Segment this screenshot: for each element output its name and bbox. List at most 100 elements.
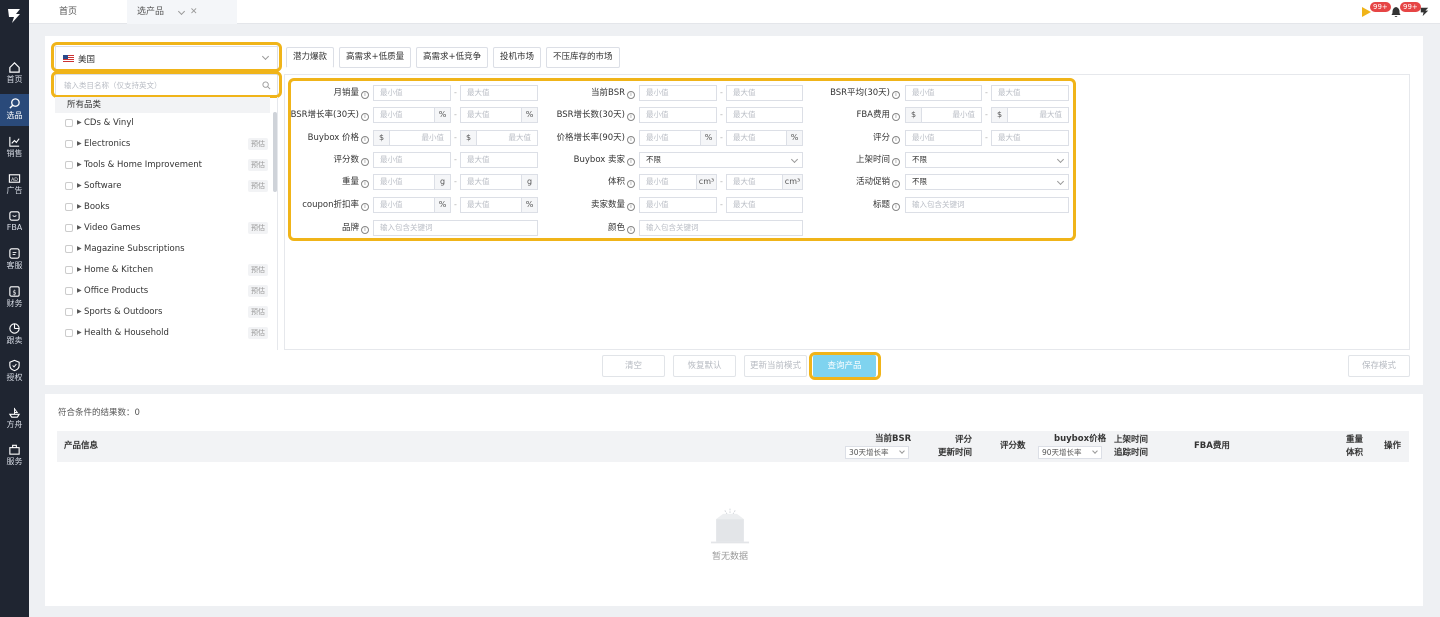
rating-count-max-input[interactable]: 最大值 — [460, 152, 538, 168]
sidebar-item-authorization[interactable]: 授权 — [0, 356, 29, 388]
fba-fee-max-input[interactable]: $ 最大值 — [991, 107, 1069, 123]
caret-right-icon[interactable]: ▶ — [77, 178, 82, 194]
checkbox[interactable] — [65, 329, 73, 337]
promotion-select[interactable]: 不限 — [905, 174, 1069, 190]
col-update-time[interactable]: 更新时间 — [938, 447, 972, 459]
rating-min-input[interactable]: 最小值 — [905, 130, 982, 146]
category-all[interactable]: 所有品类 — [55, 97, 270, 113]
info-icon[interactable]: i — [892, 113, 900, 121]
save-mode-button[interactable]: 保存模式 — [1348, 355, 1410, 377]
checkbox[interactable] — [65, 245, 73, 253]
fba-fee-min-input[interactable]: $ 最小值 — [905, 107, 982, 123]
category-item[interactable]: ▶ Sports & Outdoors 预估 — [55, 304, 270, 320]
sidebar-item-ark[interactable]: 方舟 — [0, 403, 29, 435]
col-rating[interactable]: 评分 — [955, 434, 972, 446]
current-bsr-max-input[interactable]: 最大值 — [726, 85, 803, 101]
info-icon[interactable]: i — [627, 113, 635, 121]
sidebar-item-ads[interactable]: AD 广告 — [0, 169, 29, 201]
checkbox[interactable] — [65, 161, 73, 169]
info-icon[interactable]: i — [892, 180, 900, 188]
category-item[interactable]: ▶ Magazine Subscriptions — [55, 241, 270, 257]
category-item[interactable]: ▶ Books — [55, 199, 270, 215]
volume-max-input[interactable]: 最大值 cm³ — [726, 174, 803, 190]
listing-time-select[interactable]: 不限 — [905, 152, 1069, 168]
sidebar-item-home[interactable]: 首页 — [0, 58, 29, 90]
bsr-average-max-input[interactable]: 最大值 — [991, 85, 1069, 101]
coupon-rate-max-input[interactable]: 最大值% — [460, 197, 538, 213]
buybox-seller-select[interactable]: 不限 — [639, 152, 803, 168]
info-icon[interactable]: i — [361, 136, 369, 144]
info-icon[interactable]: i — [627, 136, 635, 144]
price-sort-select[interactable]: 90天增长率 — [1038, 446, 1102, 459]
category-item[interactable]: ▶ Health & Household 预估 — [55, 325, 270, 341]
info-icon[interactable]: i — [361, 203, 369, 211]
caret-right-icon[interactable]: ▶ — [77, 241, 82, 257]
category-item[interactable]: ▶ Tools & Home Improvement 预估 — [55, 157, 270, 173]
category-item[interactable]: ▶ Electronics 预估 — [55, 136, 270, 152]
bsr-average-min-input[interactable]: 最小值 — [905, 85, 982, 101]
info-icon[interactable]: i — [361, 180, 369, 188]
col-track-time[interactable]: 追踪时间 — [1114, 447, 1148, 459]
info-icon[interactable]: i — [361, 226, 369, 234]
sidebar-item-follow-sell[interactable]: 跟卖 — [0, 319, 29, 351]
category-item[interactable]: ▶ Home & Kitchen 预估 — [55, 262, 270, 278]
clear-button[interactable]: 清空 — [602, 355, 665, 377]
info-icon[interactable]: i — [627, 91, 635, 99]
weight-max-input[interactable]: 最大值 g — [460, 174, 538, 190]
update-mode-button[interactable]: 更新当前模式 — [744, 355, 807, 377]
col-weight[interactable]: 重量 — [1346, 434, 1363, 446]
preset-tab-high-demand-low-competition[interactable]: 高需求+低竞争 — [416, 47, 489, 68]
bsr-growth-rate-min-input[interactable]: 最小值% — [373, 107, 451, 123]
info-icon[interactable]: i — [892, 136, 900, 144]
weight-min-input[interactable]: 最小值 g — [373, 174, 451, 190]
preset-tab-potential-hits[interactable]: 潜力爆款 — [286, 47, 335, 68]
info-icon[interactable]: i — [627, 158, 635, 166]
rating-max-input[interactable]: 最大值 — [991, 130, 1069, 146]
col-buybox-price[interactable]: buybox价格 — [1054, 433, 1106, 445]
price-growth-min-input[interactable]: 最小值% — [639, 130, 717, 146]
reset-default-button[interactable]: 恢复默认 — [673, 355, 736, 377]
volume-min-input[interactable]: 最小值 cm³ — [639, 174, 717, 190]
info-icon[interactable]: i — [892, 91, 900, 99]
sidebar-item-sales[interactable]: 销售 — [0, 132, 29, 164]
caret-right-icon[interactable]: ▶ — [77, 304, 82, 320]
price-growth-max-input[interactable]: 最大值% — [726, 130, 803, 146]
monthly-sales-max-input[interactable]: 最大值 — [460, 85, 538, 101]
tab-home[interactable]: 首页 — [59, 0, 109, 24]
title-keyword-input[interactable]: 输入包含关键词 — [905, 197, 1069, 213]
buybox-price-min-input[interactable]: $ 最小值 — [373, 130, 451, 146]
info-icon[interactable]: i — [361, 158, 369, 166]
checkbox[interactable] — [65, 224, 73, 232]
sidebar-item-service[interactable]: 服务 — [0, 440, 29, 472]
bsr-growth-rate-max-input[interactable]: 最大值% — [460, 107, 538, 123]
chevron-down-icon[interactable] — [177, 7, 186, 16]
info-icon[interactable]: i — [627, 226, 635, 234]
caret-right-icon[interactable]: ▶ — [77, 157, 82, 173]
checkbox[interactable] — [65, 266, 73, 274]
checkbox[interactable] — [65, 287, 73, 295]
info-icon[interactable]: i — [361, 91, 369, 99]
checkbox[interactable] — [65, 308, 73, 316]
buybox-price-max-input[interactable]: $ 最大值 — [460, 130, 538, 146]
caret-right-icon[interactable]: ▶ — [77, 262, 82, 278]
sidebar-item-product-selection[interactable]: 选品 — [0, 94, 29, 126]
col-rating-count[interactable]: 评分数 — [1000, 440, 1026, 452]
category-item[interactable]: ▶ Office Products 预估 — [55, 283, 270, 299]
info-icon[interactable]: i — [627, 180, 635, 188]
current-bsr-min-input[interactable]: 最小值 — [639, 85, 717, 101]
info-icon[interactable]: i — [892, 158, 900, 166]
category-item[interactable]: ▶ Video Games 预估 — [55, 220, 270, 236]
info-icon[interactable]: i — [361, 113, 369, 121]
caret-right-icon[interactable]: ▶ — [77, 325, 82, 341]
coupon-rate-min-input[interactable]: 最小值% — [373, 197, 451, 213]
category-scrollbar[interactable] — [273, 112, 277, 192]
checkbox[interactable] — [65, 119, 73, 127]
checkbox[interactable] — [65, 203, 73, 211]
seller-count-min-input[interactable]: 最小值 — [639, 197, 717, 213]
caret-right-icon[interactable]: ▶ — [77, 283, 82, 299]
checkbox[interactable] — [65, 140, 73, 148]
preset-tab-no-stock-market[interactable]: 不压库存的市场 — [546, 47, 620, 68]
caret-right-icon[interactable]: ▶ — [77, 220, 82, 236]
caret-right-icon[interactable]: ▶ — [77, 115, 82, 131]
info-icon[interactable]: i — [892, 203, 900, 211]
